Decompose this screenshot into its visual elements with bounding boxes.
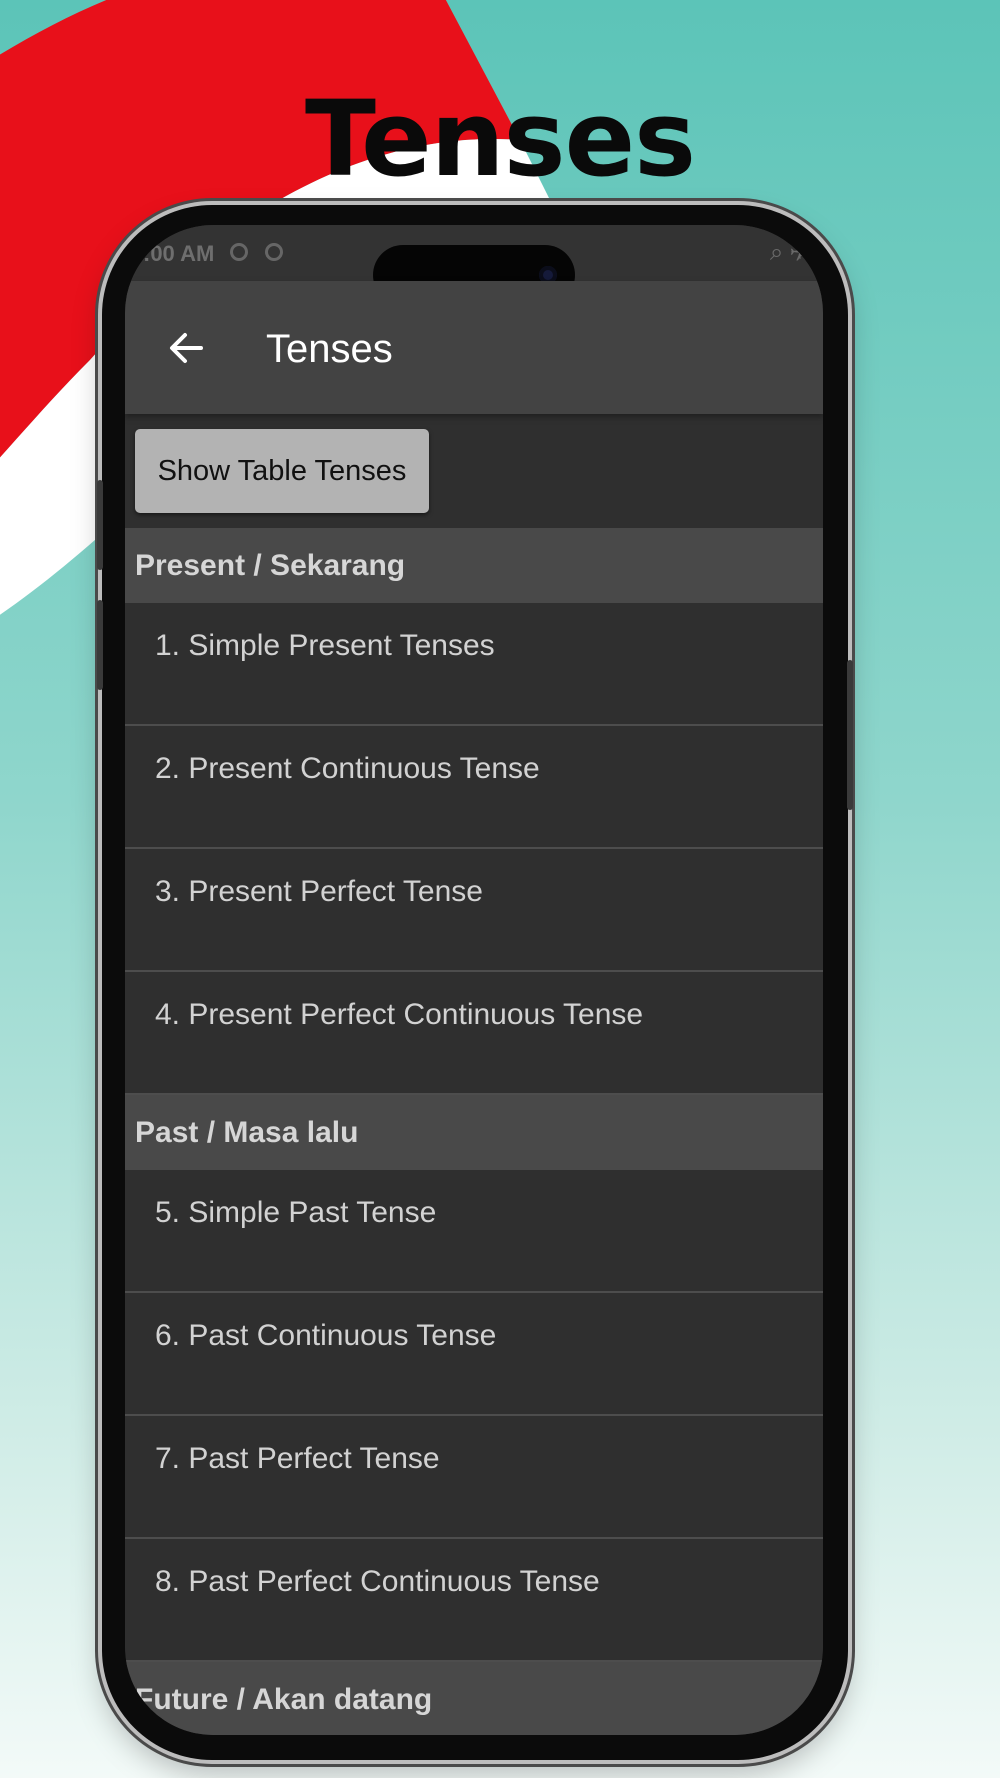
volume-down-button <box>97 600 103 690</box>
arrow-left-icon <box>170 333 203 363</box>
list-item[interactable]: 7. Past Perfect Tense <box>125 1416 823 1539</box>
list-item[interactable]: 5. Simple Past Tense <box>125 1170 823 1293</box>
list-item[interactable]: 4. Present Perfect Continuous Tense <box>125 972 823 1095</box>
volume-up-button <box>97 480 103 570</box>
back-button[interactable] <box>161 323 211 373</box>
promo-title: Tenses <box>304 78 696 200</box>
section-header: Present / Sekarang <box>125 528 823 603</box>
status-icons: ⌕ ✈ <box>769 239 809 266</box>
section-future: Future / Akan datang <box>125 1662 823 1735</box>
section-header: Future / Akan datang <box>125 1662 823 1735</box>
list-item[interactable]: 2. Present Continuous Tense <box>125 726 823 849</box>
page-title: Tenses <box>266 327 393 371</box>
power-button <box>847 660 853 810</box>
section-past: Past / Masa lalu 5. Simple Past Tense 6.… <box>125 1095 823 1662</box>
section-header: Past / Masa lalu <box>125 1095 823 1170</box>
app-bar: Tenses <box>125 281 823 414</box>
notification-dot-icon <box>265 243 283 261</box>
show-table-button[interactable]: Show Table Tenses <box>135 429 429 513</box>
list-item[interactable]: 1. Simple Present Tenses <box>125 603 823 726</box>
status-time: :00 AM <box>143 241 215 266</box>
list-item[interactable]: 8. Past Perfect Continuous Tense <box>125 1539 823 1662</box>
section-present: Present / Sekarang 1. Simple Present Ten… <box>125 528 823 1095</box>
list-item[interactable]: 6. Past Continuous Tense <box>125 1293 823 1416</box>
list-item[interactable]: 3. Present Perfect Tense <box>125 849 823 972</box>
phone-screen: :00 AM ⌕ ✈ Tenses Show Table Tenses Pres… <box>125 225 823 1735</box>
notification-dot-icon <box>230 243 248 261</box>
